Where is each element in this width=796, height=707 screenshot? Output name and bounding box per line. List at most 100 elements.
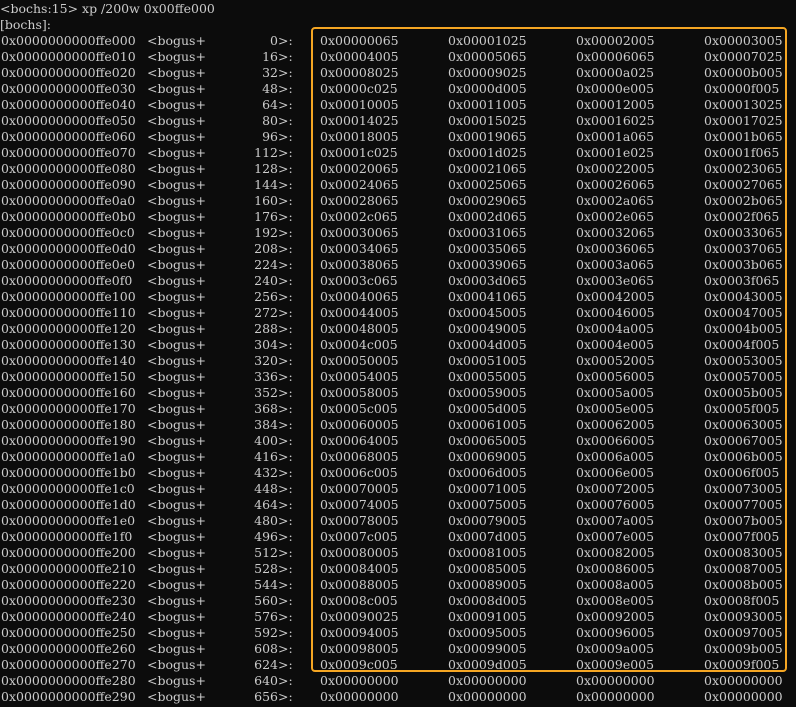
row-value: 0x00056005: [576, 369, 655, 384]
memory-row: 0x0000000000ffe060 <bogus+ 96 >: 0x00018005 0…: [0, 129, 796, 145]
row-address: 0x0000000000ffe1f0: [1, 529, 133, 544]
row-value: 0x00010005: [320, 97, 399, 112]
row-value: 0x00099005: [448, 641, 527, 656]
row-symbol: <bogus+: [147, 33, 206, 48]
row-separator: >:: [278, 545, 293, 560]
row-offset: 544: [254, 577, 278, 592]
terminal-window[interactable]: <bochs:15> xp /200w 0x00ffe000 [bochs]: …: [0, 0, 796, 707]
row-address: 0x0000000000ffe0c0: [1, 225, 135, 240]
row-value: 0x00033065: [704, 225, 783, 240]
row-separator: >:: [278, 417, 293, 432]
row-value: 0x00090025: [320, 609, 399, 624]
row-offset: 416: [254, 449, 278, 464]
row-value: 0x0004a005: [576, 321, 655, 336]
row-value: 0x0004d005: [448, 337, 527, 352]
row-offset: 560: [254, 593, 278, 608]
row-value: 0x00088005: [320, 577, 399, 592]
row-offset: 128: [254, 161, 278, 176]
row-value: 0x00025065: [448, 177, 527, 192]
row-offset: 224: [254, 257, 278, 272]
row-symbol: <bogus+: [147, 289, 206, 304]
memory-row: 0x0000000000ffe280 <bogus+ 640 >: 0x00000000…: [0, 673, 796, 689]
row-value: 0x00017025: [704, 113, 783, 128]
row-value: 0x0007c005: [320, 529, 398, 544]
row-symbol: <bogus+: [147, 593, 206, 608]
row-address: 0x0000000000ffe0a0: [1, 193, 136, 208]
row-value: 0x00078005: [320, 513, 399, 528]
row-offset: 16: [262, 49, 278, 64]
row-value: 0x00092005: [576, 609, 655, 624]
row-value: 0x00055005: [448, 369, 527, 384]
memory-row: 0x0000000000ffe000 <bogus+ 0 >: 0x00000065 0x…: [0, 33, 796, 49]
row-offset: 336: [254, 369, 278, 384]
row-value: 0x00001025: [448, 33, 527, 48]
row-value: 0x0004e005: [576, 337, 655, 352]
row-address: 0x0000000000ffe0d0: [1, 241, 136, 256]
row-value: 0x00093005: [704, 609, 783, 624]
row-value: 0x00047005: [704, 305, 783, 320]
row-value: 0x00030065: [320, 225, 399, 240]
row-separator: >:: [278, 593, 293, 608]
memory-row: 0x0000000000ffe270 <bogus+ 624 >: 0x0009c005…: [0, 657, 796, 673]
row-value: 0x00041065: [448, 289, 527, 304]
memory-row: 0x0000000000ffe080 <bogus+ 128 >: 0x00020065…: [0, 161, 796, 177]
row-separator: >:: [278, 449, 293, 464]
row-address: 0x0000000000ffe100: [1, 289, 136, 304]
row-value: 0x0002d065: [448, 209, 527, 224]
row-value: 0x00089005: [448, 577, 527, 592]
row-value: 0x0000a025: [576, 65, 655, 80]
row-symbol: <bogus+: [147, 417, 206, 432]
memory-row: 0x0000000000ffe190 <bogus+ 400 >: 0x00064005…: [0, 433, 796, 449]
row-value: 0x0001d025: [448, 145, 527, 160]
row-value: 0x00000065: [320, 33, 399, 48]
row-offset: 112: [254, 145, 278, 160]
row-symbol: <bogus+: [147, 113, 206, 128]
row-value: 0x0001f065: [704, 145, 780, 160]
row-symbol: <bogus+: [147, 657, 206, 672]
row-value: 0x00000000: [448, 689, 527, 704]
row-offset: 256: [254, 289, 278, 304]
row-value: 0x00084005: [320, 561, 399, 576]
debugger-prompt[interactable]: [bochs]:: [0, 17, 51, 33]
row-value: 0x00053005: [704, 353, 783, 368]
row-value: 0x00046005: [576, 305, 655, 320]
row-value: 0x0006e005: [576, 465, 655, 480]
row-offset: 384: [254, 417, 278, 432]
row-offset: 96: [262, 129, 278, 144]
row-value: 0x0001a065: [576, 129, 655, 144]
row-value: 0x0007b005: [704, 513, 783, 528]
row-value: 0x00057005: [704, 369, 783, 384]
row-value: 0x00004005: [320, 49, 399, 64]
row-offset: 608: [254, 641, 278, 656]
row-symbol: <bogus+: [147, 81, 206, 96]
row-separator: >:: [278, 193, 293, 208]
row-address: 0x0000000000ffe200: [1, 545, 136, 560]
row-offset: 624: [254, 657, 278, 672]
row-value: 0x0005e005: [576, 401, 655, 416]
row-value: 0x0007d005: [448, 529, 527, 544]
row-value: 0x00080005: [320, 545, 399, 560]
row-separator: >:: [278, 481, 293, 496]
row-value: 0x00014025: [320, 113, 399, 128]
row-offset: 352: [254, 385, 278, 400]
row-value: 0x00008025: [320, 65, 399, 80]
row-separator: >:: [278, 561, 293, 576]
row-address: 0x0000000000ffe0b0: [1, 209, 136, 224]
row-value: 0x00009025: [448, 65, 527, 80]
row-offset: 64: [262, 97, 278, 112]
row-value: 0x00049005: [448, 321, 527, 336]
row-separator: >:: [278, 273, 293, 288]
row-offset: 80: [262, 113, 278, 128]
row-offset: 592: [254, 625, 278, 640]
row-symbol: <bogus+: [147, 321, 206, 336]
row-value: 0x0003a065: [576, 257, 655, 272]
memory-row: 0x0000000000ffe010 <bogus+ 16 >: 0x00004005 0…: [0, 49, 796, 65]
row-value: 0x00077005: [704, 497, 783, 512]
row-value: 0x00074005: [320, 497, 399, 512]
row-value: 0x00000000: [320, 673, 399, 688]
row-address: 0x0000000000ffe150: [1, 369, 136, 384]
row-address: 0x0000000000ffe1c0: [1, 481, 135, 496]
row-value: 0x00013025: [704, 97, 783, 112]
row-value: 0x0003d065: [448, 273, 527, 288]
row-value: 0x00073005: [704, 481, 783, 496]
